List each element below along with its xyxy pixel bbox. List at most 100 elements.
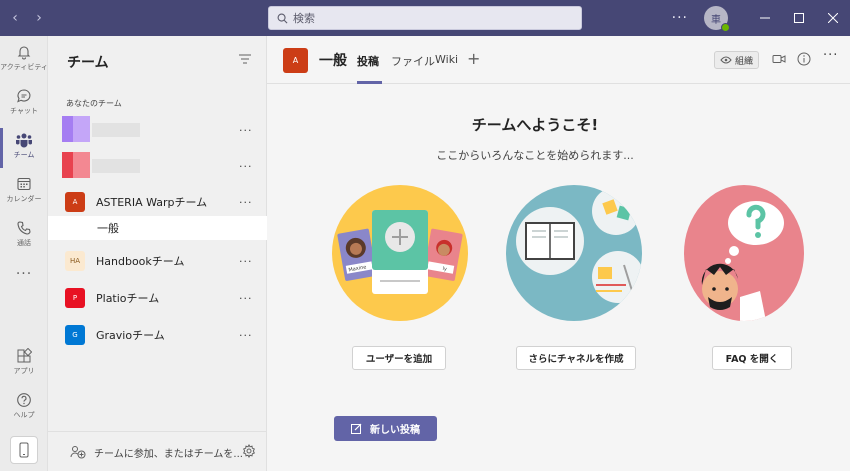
new-post-button[interactable]: 新しい投稿 <box>334 416 437 441</box>
team-name: ASTERIA Warpチーム <box>96 196 208 209</box>
team-name: Platioチーム <box>96 292 160 305</box>
tab-files[interactable]: ファイル <box>391 53 435 69</box>
team-row-platio[interactable]: P Platioチーム ··· <box>48 280 267 316</box>
title-bar: ‹ › 検索 ··· 車 <box>0 0 850 36</box>
open-faq-button[interactable]: FAQ を開く <box>712 346 792 370</box>
tab-wiki[interactable]: Wiki <box>435 53 458 66</box>
team-avatar: P <box>65 288 85 308</box>
gear-icon[interactable] <box>242 444 256 458</box>
phone-icon <box>17 221 31 235</box>
help-icon <box>17 393 31 407</box>
welcome-subtitle: ここからいろんなことを始められます... <box>436 149 634 162</box>
team-name: Handbookチーム <box>96 255 185 268</box>
team-name-hidden <box>92 123 140 137</box>
channel-header: A 一般 投稿 ファイル Wiki + 組織 ··· <box>267 36 850 84</box>
rail-item-calendar[interactable]: カレンダー <box>0 176 48 204</box>
calendar-icon <box>17 177 31 191</box>
team-avatar-hidden <box>62 116 90 142</box>
rail-label: カレンダー <box>6 195 42 203</box>
section-label: あなたのチーム <box>66 99 122 108</box>
add-team-icon <box>70 446 86 459</box>
avatar-initial: 車 <box>711 14 721 26</box>
status-available-icon <box>721 23 730 32</box>
channel-content: チームへようこそ! ここからいろんなことを始められます... Maxine ly <box>267 84 850 471</box>
add-tab-icon[interactable]: + <box>467 49 480 68</box>
minimize-button[interactable] <box>748 0 782 36</box>
team-row-gravio[interactable]: G Gravioチーム ··· <box>48 317 267 353</box>
org-button-label: 組織 <box>734 56 753 67</box>
forward-icon[interactable]: › <box>30 10 48 26</box>
create-channel-button[interactable]: さらにチャネルを作成 <box>516 346 636 370</box>
filter-icon[interactable] <box>239 54 251 64</box>
more-options-icon[interactable]: ··· <box>239 160 253 173</box>
team-name-hidden <box>92 159 140 173</box>
rail-label: ヘルプ <box>13 411 35 419</box>
close-icon <box>828 13 838 23</box>
chat-icon <box>17 89 31 103</box>
teams-panel: チーム あなたのチーム ··· ··· A ASTERIA Warpチーム ··… <box>48 36 267 471</box>
rail-label: チャット <box>10 107 38 115</box>
compose-icon <box>351 423 362 434</box>
rail-label: チーム <box>13 151 35 159</box>
team-avatar: G <box>65 325 85 345</box>
info-icon[interactable] <box>797 52 811 66</box>
team-row-asteria[interactable]: A ASTERIA Warpチーム ··· <box>48 184 267 220</box>
org-button[interactable]: 組織 <box>714 51 759 69</box>
teams-icon <box>16 133 32 148</box>
team-row-handbook[interactable]: HA Handbookチーム ··· <box>48 243 267 279</box>
team-avatar-hidden <box>62 152 90 178</box>
search-placeholder: 検索 <box>293 12 315 25</box>
mobile-app-button[interactable] <box>10 436 38 464</box>
rail-item-calls[interactable]: 通話 <box>0 220 48 248</box>
rail-label: アクティビティ <box>0 63 48 71</box>
more-options-icon[interactable]: ··· <box>239 255 253 268</box>
search-input[interactable]: 検索 <box>268 6 582 30</box>
tab-posts[interactable]: 投稿 <box>357 53 379 69</box>
team-row-hidden[interactable]: ··· <box>48 148 267 184</box>
team-avatar: HA <box>65 251 85 271</box>
maximize-button[interactable] <box>782 0 816 36</box>
more-apps-icon[interactable]: ··· <box>0 266 48 282</box>
video-meet-icon[interactable] <box>772 52 786 66</box>
search-icon <box>277 13 288 23</box>
apps-icon <box>17 348 32 363</box>
more-options-icon[interactable]: ··· <box>823 48 838 63</box>
rail-item-apps[interactable]: アプリ <box>0 348 48 376</box>
minimize-icon <box>760 17 770 19</box>
join-team-label: チームに参加、またはチームを... <box>94 449 243 460</box>
team-name: Gravioチーム <box>96 329 165 342</box>
more-options-icon[interactable]: ··· <box>672 10 688 26</box>
rail-item-teams[interactable]: チーム <box>0 128 48 168</box>
maximize-icon <box>794 13 804 23</box>
channel-item-general[interactable]: 一般 <box>48 216 267 240</box>
more-options-icon[interactable]: ··· <box>239 124 253 137</box>
rail-label: アプリ <box>13 367 35 375</box>
channel-avatar: A <box>283 48 308 73</box>
mobile-phone-icon <box>19 442 29 458</box>
faq-illustration <box>684 185 804 321</box>
add-users-button[interactable]: ユーザーを追加 <box>352 346 446 370</box>
create-channel-illustration <box>506 185 642 321</box>
channel-name: 一般 <box>97 222 119 235</box>
new-post-label: 新しい投稿 <box>370 425 420 436</box>
join-or-create-team[interactable]: チームに参加、またはチームを... <box>48 431 267 471</box>
add-users-illustration: Maxine ly <box>332 185 468 321</box>
channel-title: 一般 <box>319 53 347 69</box>
avatar[interactable]: 車 <box>704 6 730 32</box>
app-rail: アクティビティ チャット チーム カレンダー 通話 ··· アプリ ヘルプ <box>0 36 48 471</box>
more-options-icon[interactable]: ··· <box>239 292 253 305</box>
welcome-title: チームへようこそ! <box>471 116 599 134</box>
more-options-icon[interactable]: ··· <box>239 329 253 342</box>
rail-item-help[interactable]: ヘルプ <box>0 392 48 420</box>
back-icon[interactable]: ‹ <box>6 10 24 26</box>
close-button[interactable] <box>816 0 850 36</box>
rail-label: 通話 <box>17 239 31 247</box>
more-options-icon[interactable]: ··· <box>239 196 253 209</box>
panel-title: チーム <box>67 55 109 71</box>
bell-icon <box>17 46 31 60</box>
eye-icon <box>720 56 732 64</box>
team-row-hidden[interactable]: ··· <box>48 112 267 148</box>
rail-item-chat[interactable]: チャット <box>0 88 48 116</box>
rail-item-activity[interactable]: アクティビティ <box>0 44 48 72</box>
team-avatar: A <box>65 192 85 212</box>
